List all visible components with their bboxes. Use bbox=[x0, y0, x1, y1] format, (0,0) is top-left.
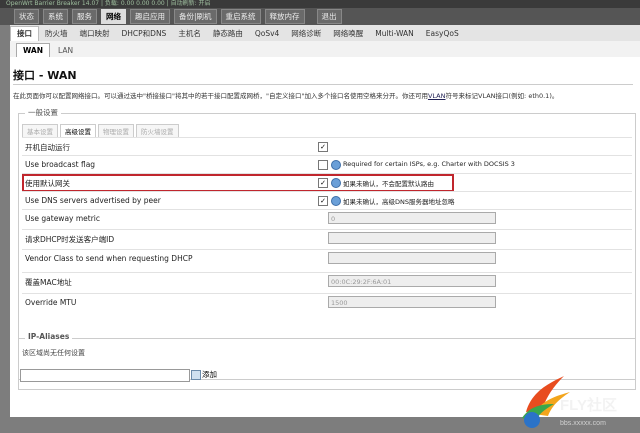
tab-lan[interactable]: LAN bbox=[52, 44, 79, 57]
vendor-class-label: Vendor Class to send when requesting DHC… bbox=[25, 254, 193, 263]
subnav-easyqos[interactable]: EasyQoS bbox=[420, 29, 465, 38]
subnav-static-routes[interactable]: 静态路由 bbox=[207, 28, 249, 39]
page-title: 接口 - WAN bbox=[13, 69, 77, 82]
vlan-link[interactable]: VLAN bbox=[428, 92, 446, 100]
menu-apps[interactable]: 趣启应用 bbox=[130, 9, 170, 24]
settings-tabs: 基本设置 高级设置 物理设置 防火墙设置 bbox=[22, 124, 181, 138]
row-broadcast-flag: Use broadcast flag Required for certain … bbox=[22, 155, 632, 174]
autostart-label: 开机自动运行 bbox=[25, 143, 70, 152]
vendor-class-input[interactable] bbox=[328, 252, 496, 264]
row-dhcp-client-id: 请求DHCP时发送客户端ID bbox=[22, 229, 632, 250]
tab-firewall-settings[interactable]: 防火墙设置 bbox=[136, 124, 179, 138]
subnav-hostnames[interactable]: 主机名 bbox=[172, 28, 207, 39]
dhcp-client-id-input[interactable] bbox=[328, 232, 496, 244]
description-suffix: 符号来标记VLAN接口(例如: eth0.1)。 bbox=[445, 92, 559, 100]
watermark-logo: FLY社区 bbs.xxxxx.com bbox=[512, 370, 640, 431]
override-mtu-label: Override MTU bbox=[25, 298, 77, 307]
general-settings-legend: 一般设置 bbox=[25, 107, 61, 118]
row-override-mtu: Override MTU 1500 bbox=[22, 293, 632, 314]
subnav-dhcp-dns[interactable]: DHCP和DNS bbox=[116, 28, 173, 39]
info-icon bbox=[331, 196, 341, 206]
menu-system[interactable]: 系统 bbox=[43, 9, 68, 24]
add-alias-button[interactable]: 添加 bbox=[191, 369, 217, 380]
ip-alias-name-input[interactable] bbox=[20, 369, 190, 382]
ip-aliases-empty-text: 该区域尚无任何设置 bbox=[22, 349, 85, 357]
subnav-diagnostics[interactable]: 网络诊断 bbox=[285, 28, 327, 39]
menu-free-memory[interactable]: 释放内存 bbox=[264, 9, 305, 24]
override-mtu-input[interactable]: 1500 bbox=[328, 296, 496, 308]
tab-basic-settings[interactable]: 基本设置 bbox=[22, 124, 58, 138]
gateway-metric-label: Use gateway metric bbox=[25, 214, 101, 223]
watermark-text: FLY社区 bbox=[560, 396, 617, 414]
override-mac-label: 覆盖MAC地址 bbox=[25, 278, 72, 287]
peer-dns-checkbox[interactable]: ✓ bbox=[318, 196, 328, 206]
info-icon bbox=[331, 160, 341, 170]
tab-advanced-settings[interactable]: 高级设置 bbox=[60, 124, 96, 138]
page-description: 在此页面你可以配置网络接口。可以通过选中"桥接接口"将其中的若干接口配置成网桥，… bbox=[13, 90, 639, 100]
row-vendor-class: Vendor Class to send when requesting DHC… bbox=[22, 249, 632, 270]
peer-dns-label: Use DNS servers advertised by peer bbox=[25, 196, 161, 205]
menu-status[interactable]: 状态 bbox=[14, 9, 39, 24]
subnav-qos[interactable]: QoSv4 bbox=[249, 29, 285, 38]
network-subnav: 接口 防火墙 端口映射 DHCP和DNS 主机名 静态路由 QoSv4 网络诊断… bbox=[10, 25, 640, 42]
subnav-firewall[interactable]: 防火墙 bbox=[39, 28, 74, 39]
add-alias-label: 添加 bbox=[202, 370, 217, 379]
broadcast-flag-checkbox[interactable] bbox=[318, 160, 328, 170]
autostart-checkbox[interactable]: ✓ bbox=[318, 142, 328, 152]
dhcp-client-id-label: 请求DHCP时发送客户端ID bbox=[25, 235, 115, 244]
broadcast-flag-hint: Required for certain ISPs, e.g. Charter … bbox=[343, 160, 515, 168]
menu-backup-flash[interactable]: 备份|刷机 bbox=[174, 9, 217, 24]
row-gateway-metric: Use gateway metric 0 bbox=[22, 209, 632, 230]
subnav-port-forward[interactable]: 端口映射 bbox=[74, 28, 116, 39]
override-mac-input[interactable]: 00:0C:29:2F:6A:01 bbox=[328, 275, 496, 287]
watermark-subtext: bbs.xxxxx.com bbox=[560, 420, 606, 427]
main-content: 接口 - WAN 在此页面你可以配置网络接口。可以通过选中"桥接接口"将其中的若… bbox=[10, 57, 640, 417]
description-prefix: 在此页面你可以配置网络接口。可以通过选中"桥接接口"将其中的若干接口配置成网桥，… bbox=[13, 92, 428, 100]
subnav-wol[interactable]: 网络唤醒 bbox=[327, 28, 369, 39]
add-icon bbox=[191, 369, 201, 380]
tab-physical-settings[interactable]: 物理设置 bbox=[98, 124, 134, 138]
tab-wan[interactable]: WAN bbox=[16, 43, 51, 57]
status-strip: OpenWrt Barrier Breaker 14.07 | 负载: 0.00… bbox=[0, 0, 640, 8]
title-divider bbox=[13, 84, 633, 85]
menu-services[interactable]: 服务 bbox=[72, 9, 97, 24]
menu-reboot[interactable]: 重启系统 bbox=[220, 9, 261, 24]
broadcast-flag-label: Use broadcast flag bbox=[25, 160, 96, 169]
row-peer-dns: Use DNS servers advertised by peer ✓ 如果未… bbox=[22, 191, 632, 210]
menu-logout[interactable]: 退出 bbox=[316, 9, 342, 24]
menu-network[interactable]: 网络 bbox=[101, 9, 126, 24]
subnav-multiwan[interactable]: Multi-WAN bbox=[369, 29, 419, 38]
row-autostart: 开机自动运行 ✓ bbox=[22, 137, 632, 156]
gateway-metric-input[interactable]: 0 bbox=[328, 212, 496, 224]
subnav-interfaces[interactable]: 接口 bbox=[10, 25, 39, 41]
interface-tabs: WAN LAN bbox=[10, 41, 640, 57]
ip-aliases-legend: IP-Aliases bbox=[25, 332, 73, 341]
highlight-box bbox=[22, 174, 454, 192]
row-override-mac: 覆盖MAC地址 00:0C:29:2F:6A:01 bbox=[22, 272, 632, 293]
main-menubar: 状态 系统 服务 网络 趣启应用 备份|刷机 重启系统 释放内存 退出 bbox=[0, 8, 640, 25]
peer-dns-hint: 如果未确认，高级DNS服务器地址忽略 bbox=[343, 198, 455, 206]
